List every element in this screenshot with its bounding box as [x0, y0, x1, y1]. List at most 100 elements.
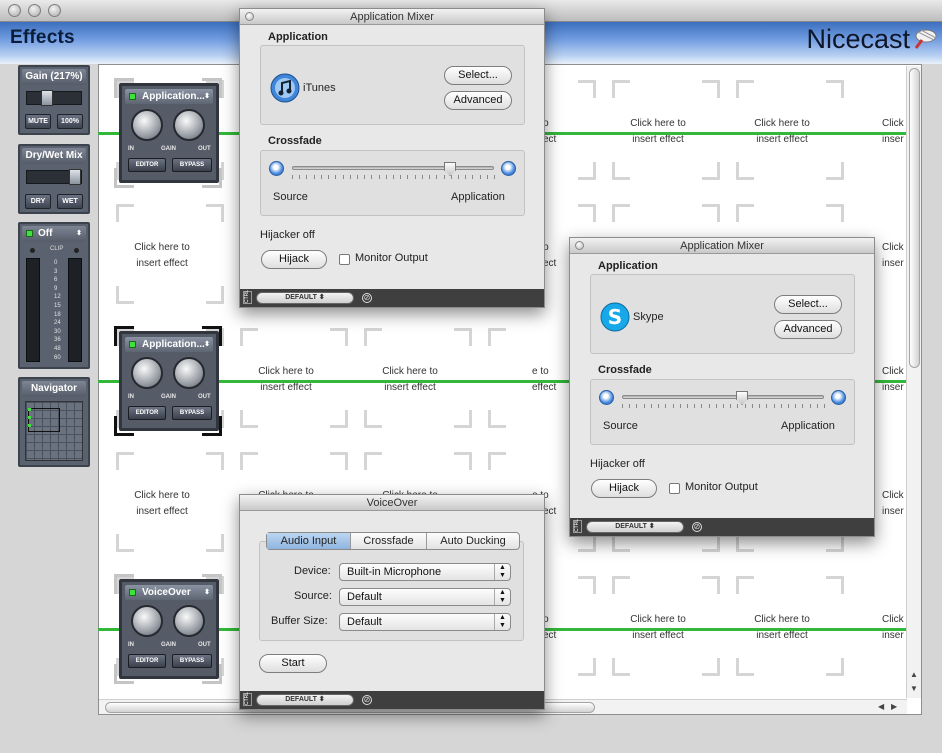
- crossfade-application-end-icon[interactable]: [501, 161, 516, 176]
- slot-corner-mark: [826, 576, 844, 594]
- clear-preset-icon[interactable]: ⊘: [362, 293, 372, 303]
- close-icon[interactable]: [575, 241, 584, 250]
- navigator-map[interactable]: [25, 401, 83, 461]
- in-knob-icon[interactable]: [131, 357, 163, 389]
- meter-scale-mark: 48: [54, 346, 61, 352]
- module-name-popup[interactable]: VoiceOver ⬍: [125, 585, 213, 600]
- preset-popup[interactable]: DEFAULT ⬍: [586, 521, 684, 533]
- source-value: Default: [347, 591, 382, 603]
- crossfade-slider[interactable]: [622, 395, 824, 399]
- slider-tick: [795, 404, 797, 408]
- close-window-button[interactable]: [8, 4, 21, 17]
- slider-tick: [450, 175, 452, 179]
- slider-tick: [730, 404, 732, 408]
- out-knob-icon[interactable]: [173, 109, 205, 141]
- slot-corner-mark: [488, 410, 506, 428]
- crossfade-application-end-icon[interactable]: [831, 390, 846, 405]
- hijack-button[interactable]: Hijack: [591, 479, 657, 498]
- crossfade-source-end-icon[interactable]: [599, 390, 614, 405]
- source-select[interactable]: Default ▲ ▼: [339, 588, 511, 606]
- crossfade-source-end-icon[interactable]: [269, 161, 284, 176]
- insert-effect-slot[interactable]: Click inser: [882, 488, 906, 520]
- advanced-button[interactable]: Advanced: [444, 91, 512, 110]
- clear-preset-icon[interactable]: ⊘: [692, 522, 702, 532]
- mixer-skype-titlebar[interactable]: Application Mixer: [570, 238, 874, 254]
- application-name: Skype: [633, 311, 664, 323]
- control-bar: CTRL DEFAULT ⬍ ⊘: [570, 518, 874, 536]
- monitor-output-checkbox[interactable]: [669, 483, 680, 494]
- buffer-size-value: Default: [347, 616, 382, 628]
- dry-button[interactable]: DRY: [25, 194, 51, 209]
- start-button[interactable]: Start: [259, 654, 327, 673]
- voiceover-titlebar[interactable]: VoiceOver: [240, 495, 544, 511]
- slot-corner-mark: [826, 204, 844, 222]
- device-select[interactable]: Built-in Microphone ▲ ▼: [339, 563, 511, 581]
- tab-audio-input[interactable]: Audio Input: [267, 533, 351, 549]
- tab-auto-ducking[interactable]: Auto Ducking: [427, 533, 519, 549]
- right-level-meter: [68, 258, 82, 362]
- popup-arrows-icon: ▲ ▼: [494, 589, 510, 605]
- out-knob-icon[interactable]: [173, 357, 205, 389]
- window-title: Application Mixer: [680, 240, 764, 252]
- levels-source-popup[interactable]: Off ⬍: [22, 226, 86, 242]
- scroll-up-arrow-icon[interactable]: ▲: [910, 670, 918, 679]
- in-knob-icon[interactable]: [131, 605, 163, 637]
- gain-reset-button[interactable]: 100%: [57, 114, 83, 129]
- in-knob-icon[interactable]: [131, 109, 163, 141]
- hijack-button[interactable]: Hijack: [261, 250, 327, 269]
- preset-popup[interactable]: DEFAULT ⬍: [256, 694, 354, 706]
- select-application-button[interactable]: Select...: [444, 66, 512, 85]
- vertical-scrollbar[interactable]: ▲ ▼: [906, 66, 921, 698]
- popup-arrows-icon: ⬍: [76, 230, 82, 237]
- zoom-window-button[interactable]: [48, 4, 61, 17]
- slot-corner-mark: [206, 204, 224, 222]
- preset-popup[interactable]: DEFAULT ⬍: [256, 292, 354, 304]
- brand-name: Nicecast: [806, 24, 910, 54]
- module-name-popup[interactable]: Application... ⬍: [125, 337, 213, 352]
- insert-effect-slot[interactable]: Click inser: [882, 240, 906, 272]
- in-label: IN: [128, 146, 134, 152]
- clear-preset-icon[interactable]: ⊘: [362, 695, 372, 705]
- slot-corner-mark: [702, 658, 720, 676]
- gain-slider[interactable]: [26, 90, 82, 106]
- slot-corner-mark: [736, 80, 754, 98]
- buffer-size-select[interactable]: Default ▲ ▼: [339, 613, 511, 631]
- scroll-left-arrow-icon[interactable]: ◀: [878, 702, 884, 711]
- slot-corner-mark: [702, 162, 720, 180]
- out-knob-icon[interactable]: [173, 605, 205, 637]
- drywet-slider-knob[interactable]: [69, 169, 81, 185]
- navigator-viewport[interactable]: [28, 408, 60, 432]
- advanced-button[interactable]: Advanced: [774, 320, 842, 339]
- slot-corner-mark: [364, 452, 382, 470]
- ctrl-label: CTRL: [243, 691, 252, 706]
- hijacker-status: Hijacker off: [260, 229, 315, 241]
- drywet-slider[interactable]: [26, 169, 82, 185]
- slot-text-line2: inser: [882, 258, 904, 269]
- tab-crossfade[interactable]: Crossfade: [351, 533, 427, 549]
- crossfade-slider-thumb[interactable]: [736, 391, 748, 405]
- mixer-itunes-titlebar[interactable]: Application Mixer: [240, 9, 544, 25]
- gain-slider-knob[interactable]: [41, 90, 53, 106]
- clip-left-led-icon: [30, 248, 35, 253]
- module-frame-corner: [202, 168, 222, 188]
- slider-tick: [658, 404, 660, 408]
- mute-button[interactable]: MUTE: [25, 114, 51, 129]
- close-icon[interactable]: [245, 12, 254, 21]
- crossfade-slider[interactable]: [292, 166, 494, 170]
- in-label: IN: [128, 394, 134, 400]
- minimize-window-button[interactable]: [28, 4, 41, 17]
- vertical-scroll-thumb[interactable]: [909, 68, 920, 368]
- slot-corner-mark: [454, 328, 472, 346]
- select-application-button[interactable]: Select...: [774, 295, 842, 314]
- insert-effect-slot[interactable]: Click here to insert effect: [100, 488, 224, 520]
- wet-button[interactable]: WET: [57, 194, 83, 209]
- monitor-output-checkbox[interactable]: [339, 254, 350, 265]
- scroll-down-arrow-icon[interactable]: ▼: [910, 684, 918, 693]
- module-name-popup[interactable]: Application... ⬍: [125, 89, 213, 104]
- insert-effect-slot[interactable]: Click here to insert effect: [100, 240, 224, 272]
- slot-corner-mark: [206, 286, 224, 304]
- module-name: Application...: [142, 339, 205, 350]
- crossfade-slider-thumb[interactable]: [444, 162, 456, 176]
- slot-text-line1: Click here to: [630, 614, 686, 625]
- scroll-right-arrow-icon[interactable]: ▶: [891, 702, 897, 711]
